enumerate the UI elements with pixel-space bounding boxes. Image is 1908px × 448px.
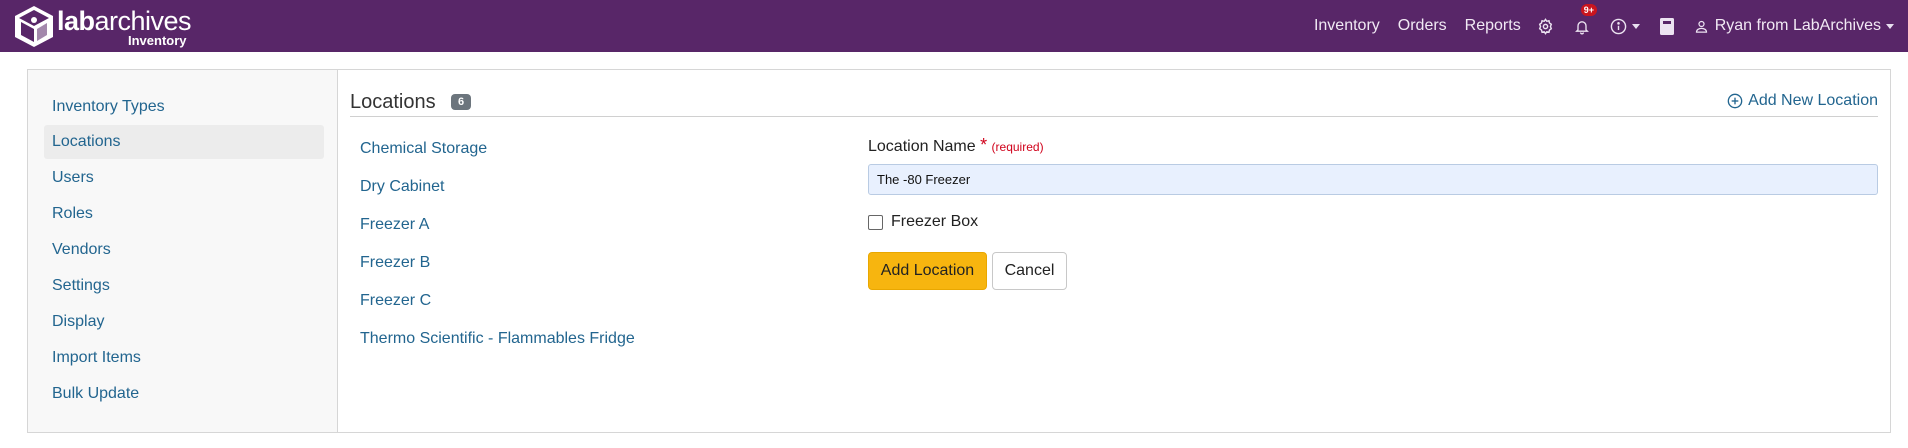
location-link-chemical-storage[interactable]: Chemical Storage [360,140,487,158]
location-name-label: Location Name * (required) [868,135,1044,156]
sidebar-item-bulk-update[interactable]: Bulk Update [44,377,324,411]
add-location-button[interactable]: Add Location [868,252,987,290]
notebook-icon [1659,17,1674,35]
info-circle-icon [1610,18,1626,34]
user-menu-button[interactable]: Ryan from LabArchives [1694,17,1894,35]
sidebar-item-users[interactable]: Users [44,161,324,195]
admin-sidebar: Inventory Types Locations Users Roles Ve… [28,70,338,432]
required-star: * [980,135,988,155]
header-divider [350,116,1878,117]
gear-icon [1538,17,1552,35]
locations-count-badge: 6 [451,94,472,110]
location-link-freezer-b[interactable]: Freezer B [360,254,430,272]
location-link-freezer-a[interactable]: Freezer A [360,216,429,234]
bell-icon [1574,20,1589,34]
sidebar-item-inventory-types[interactable]: Inventory Types [44,90,324,124]
sidebar-item-import-items[interactable]: Import Items [44,341,324,375]
user-name: Ryan from LabArchives [1714,17,1881,34]
location-name-input[interactable] [868,164,1878,195]
location-link-dry-cabinet[interactable]: Dry Cabinet [360,178,444,196]
help-menu-button[interactable] [1610,18,1640,35]
nav-orders-link[interactable]: Orders [1398,17,1447,35]
nav-reports-link[interactable]: Reports [1465,17,1521,35]
chevron-down-icon [1886,23,1894,29]
page-title: Locations [350,91,436,113]
sidebar-item-roles[interactable]: Roles [44,197,324,231]
freezer-box-label: Freezer Box [891,213,979,230]
freezer-box-checkbox[interactable] [868,214,883,230]
top-navbar: labarchives Inventory Inventory Orders R… [0,0,1908,52]
nav-inventory-link[interactable]: Inventory [1314,17,1380,35]
sidebar-item-vendors[interactable]: Vendors [44,233,324,267]
person-icon [1695,20,1707,33]
freezer-box-option[interactable]: Freezer Box [868,213,978,231]
location-name-label-text: Location Name [868,138,976,155]
nav-right: Inventory Orders Reports 9+ Ryan from La… [1296,0,1894,52]
notifications-button[interactable]: 9+ [1574,3,1597,35]
plus-circle-icon [1727,93,1743,109]
required-hint: (required) [991,140,1044,154]
locations-card: Inventory Types Locations Users Roles Ve… [27,69,1891,433]
cube-logo-icon [15,6,53,47]
locations-main-panel: Locations 6 Add New Location Chemical St… [339,70,1890,432]
chevron-down-icon [1631,23,1640,29]
sidebar-item-locations[interactable]: Locations [44,125,324,159]
location-link-thermo-flammables-fridge[interactable]: Thermo Scientific - Flammables Fridge [360,330,635,348]
add-new-location-label: Add New Location [1748,92,1878,109]
notification-count-badge: 9+ [1580,3,1597,16]
brand-subtitle: Inventory [128,33,187,48]
sidebar-item-settings[interactable]: Settings [44,269,324,303]
sidebar-item-display[interactable]: Display [44,305,324,339]
notebook-button[interactable] [1659,17,1674,35]
location-link-freezer-c[interactable]: Freezer C [360,292,431,310]
settings-button[interactable] [1537,17,1554,35]
brand-wordmark: labarchives [57,6,192,36]
add-new-location-link[interactable]: Add New Location [1727,92,1878,110]
cancel-button[interactable]: Cancel [992,252,1067,290]
